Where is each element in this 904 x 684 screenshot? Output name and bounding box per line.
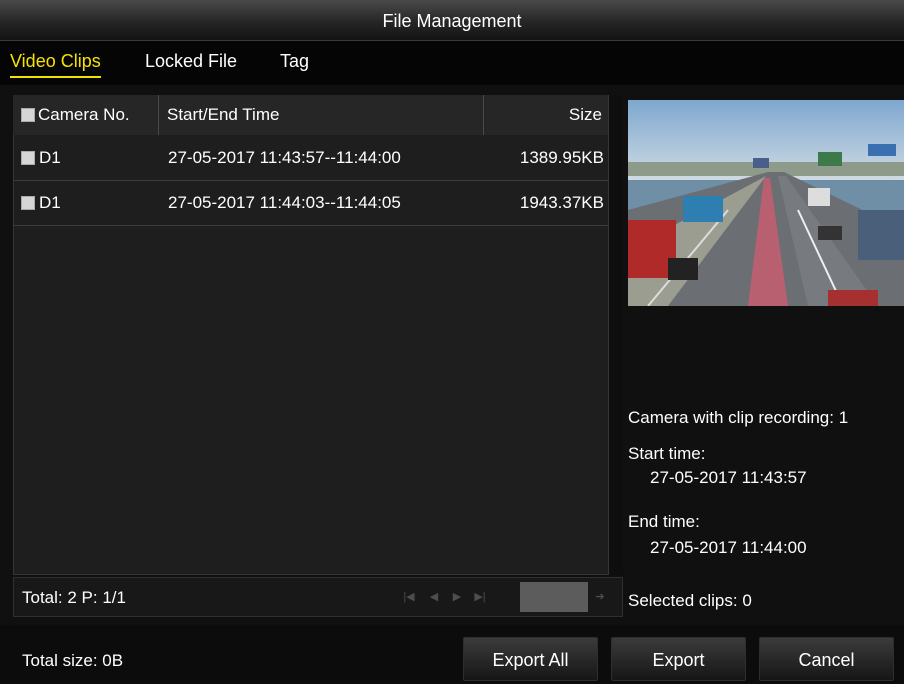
header-start-end-time[interactable]: Start/End Time <box>167 105 279 125</box>
cell-size: 1389.95KB <box>519 148 604 167</box>
column-divider <box>483 95 484 135</box>
selected-clips-label: Selected clips: 0 <box>628 591 752 610</box>
title-bar: File Management <box>0 0 904 41</box>
end-time-value: 27-05-2017 11:44:00 <box>650 538 807 557</box>
go-arrow-icon[interactable]: ➔ <box>591 589 609 605</box>
export-all-button[interactable]: Export All <box>463 637 598 681</box>
next-page-icon[interactable]: ▶ <box>448 589 466 605</box>
cell-time: 27-05-2017 11:43:57--11:44:00 <box>168 148 401 167</box>
header-size[interactable]: Size <box>569 105 602 125</box>
total-page-label: Total: 2 P: 1/1 <box>22 588 126 607</box>
cell-time: 27-05-2017 11:44:03--11:44:05 <box>168 193 401 212</box>
cell-camera: D1 <box>39 193 61 212</box>
tab-tag[interactable]: Tag <box>280 51 309 72</box>
table-row[interactable]: D1 27-05-2017 11:44:03--11:44:05 1943.37… <box>14 181 608 226</box>
column-divider <box>158 95 159 135</box>
tab-bar: Video Clips Locked File Tag <box>0 41 904 85</box>
cell-camera: D1 <box>39 148 61 167</box>
total-size-label: Total size: 0B <box>22 651 124 670</box>
table-scrollbar[interactable] <box>608 95 623 575</box>
cell-size: 1943.37KB <box>519 193 604 212</box>
export-button[interactable]: Export <box>611 637 746 681</box>
table-header: Camera No. Start/End Time Size <box>13 95 608 135</box>
select-all-checkbox[interactable] <box>21 108 35 122</box>
row-checkbox[interactable] <box>21 196 35 210</box>
row-checkbox[interactable] <box>21 151 35 165</box>
page-number-input[interactable] <box>520 582 588 612</box>
prev-page-icon[interactable]: ◀ <box>425 589 443 605</box>
end-time-label: End time: <box>628 512 700 531</box>
tab-locked-file[interactable]: Locked File <box>145 51 237 72</box>
highway-preview-graphic <box>628 100 904 306</box>
camera-with-clip-label: Camera with clip recording: 1 <box>628 408 849 427</box>
cancel-button[interactable]: Cancel <box>759 637 894 681</box>
tab-video-clips[interactable]: Video Clips <box>10 51 101 78</box>
start-time-value: 27-05-2017 11:43:57 <box>650 468 807 487</box>
clip-preview-image <box>628 100 904 306</box>
start-time-label: Start time: <box>628 444 706 463</box>
window-title: File Management <box>382 11 522 31</box>
table-row[interactable]: D1 27-05-2017 11:43:57--11:44:00 1389.95… <box>14 136 608 181</box>
first-page-icon[interactable]: |◀ <box>400 589 418 605</box>
last-page-icon[interactable]: ▶| <box>471 589 489 605</box>
header-camera-no[interactable]: Camera No. <box>38 105 130 125</box>
